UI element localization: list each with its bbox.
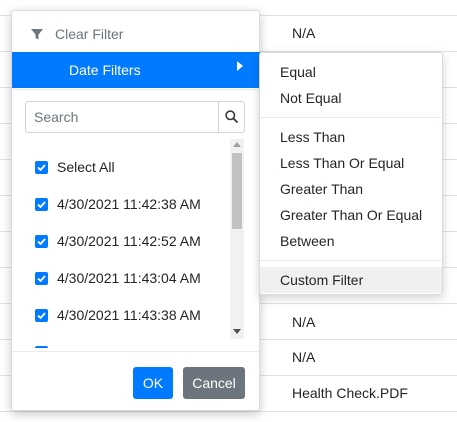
filter-popup: Clear Filter Date Filters Select All xyxy=(11,10,260,411)
scroll-thumb[interactable] xyxy=(232,153,242,229)
checkbox[interactable] xyxy=(35,272,48,285)
submenu-item-not-equal[interactable]: Not Equal xyxy=(260,85,442,111)
checkbox[interactable] xyxy=(35,235,48,248)
submenu-item-between[interactable]: Between xyxy=(260,228,442,254)
date-filters-submenu: Equal Not Equal Less Than Less Than Or E… xyxy=(259,52,443,295)
clear-filter-label: Clear Filter xyxy=(55,26,124,42)
checkbox-list: Select All 4/30/2021 11:42:38 AM 4/30/20… xyxy=(25,139,246,348)
checkbox[interactable] xyxy=(35,161,48,174)
divider xyxy=(12,351,259,352)
submenu-item-label: Between xyxy=(280,233,335,249)
clear-filter-item[interactable]: Clear Filter xyxy=(12,19,259,49)
submenu-item-label: Less Than Or Equal xyxy=(280,155,405,171)
submenu-item-less-than[interactable]: Less Than xyxy=(260,124,442,150)
filter-icon xyxy=(30,27,44,41)
divider xyxy=(260,117,442,118)
date-filters-item[interactable]: Date Filters xyxy=(12,52,260,88)
submenu-item-equal[interactable]: Equal xyxy=(260,59,442,85)
scroll-down-icon[interactable] xyxy=(233,329,241,334)
scroll-up-icon[interactable] xyxy=(233,142,241,147)
list-item-label: 4/30/2021 11:42:52 AM xyxy=(57,233,201,249)
grid-cell: N/A xyxy=(292,25,316,41)
caret-right-icon xyxy=(237,61,243,73)
list-item-label: 4/30/2021 11:42:38 AM xyxy=(57,196,201,212)
grid-cell: N/A xyxy=(292,349,316,365)
submenu-item-label: Less Than xyxy=(280,129,346,145)
checkbox[interactable] xyxy=(35,198,48,211)
submenu-item-label: Not Equal xyxy=(280,90,342,106)
submenu-item-label: Greater Than Or Equal xyxy=(280,207,423,223)
cancel-button[interactable]: Cancel xyxy=(183,367,245,399)
date-filters-label: Date Filters xyxy=(69,62,141,78)
search-icon xyxy=(225,110,238,123)
search-button[interactable] xyxy=(218,102,244,132)
grid-cell: Health Check.PDF xyxy=(292,385,408,401)
checkbox[interactable] xyxy=(35,309,48,322)
submenu-item-label: Custom Filter xyxy=(280,272,364,288)
divider xyxy=(260,260,442,261)
grid-cell: N/A xyxy=(292,314,316,330)
submenu-item-label: Greater Than xyxy=(280,181,364,197)
submenu-item-greater-than[interactable]: Greater Than xyxy=(260,176,442,202)
divider xyxy=(12,89,259,90)
submenu-item-custom-filter[interactable]: Custom Filter xyxy=(260,267,442,293)
list-item-label: Select All xyxy=(57,159,115,175)
list-item-label: 4/30/2021 11:43:38 AM xyxy=(57,307,201,323)
ok-button[interactable]: OK xyxy=(133,367,173,399)
submenu-item-greater-than-or-equal[interactable]: Greater Than Or Equal xyxy=(260,202,442,228)
list-scrollbar[interactable] xyxy=(230,139,244,339)
search-input[interactable] xyxy=(26,102,220,132)
submenu-item-less-than-or-equal[interactable]: Less Than Or Equal xyxy=(260,150,442,176)
list-item-label: 4/30/2021 11:43:04 AM xyxy=(57,270,201,286)
submenu-item-label: Equal xyxy=(280,64,316,80)
search-box xyxy=(25,101,245,133)
checkbox[interactable] xyxy=(35,346,48,348)
